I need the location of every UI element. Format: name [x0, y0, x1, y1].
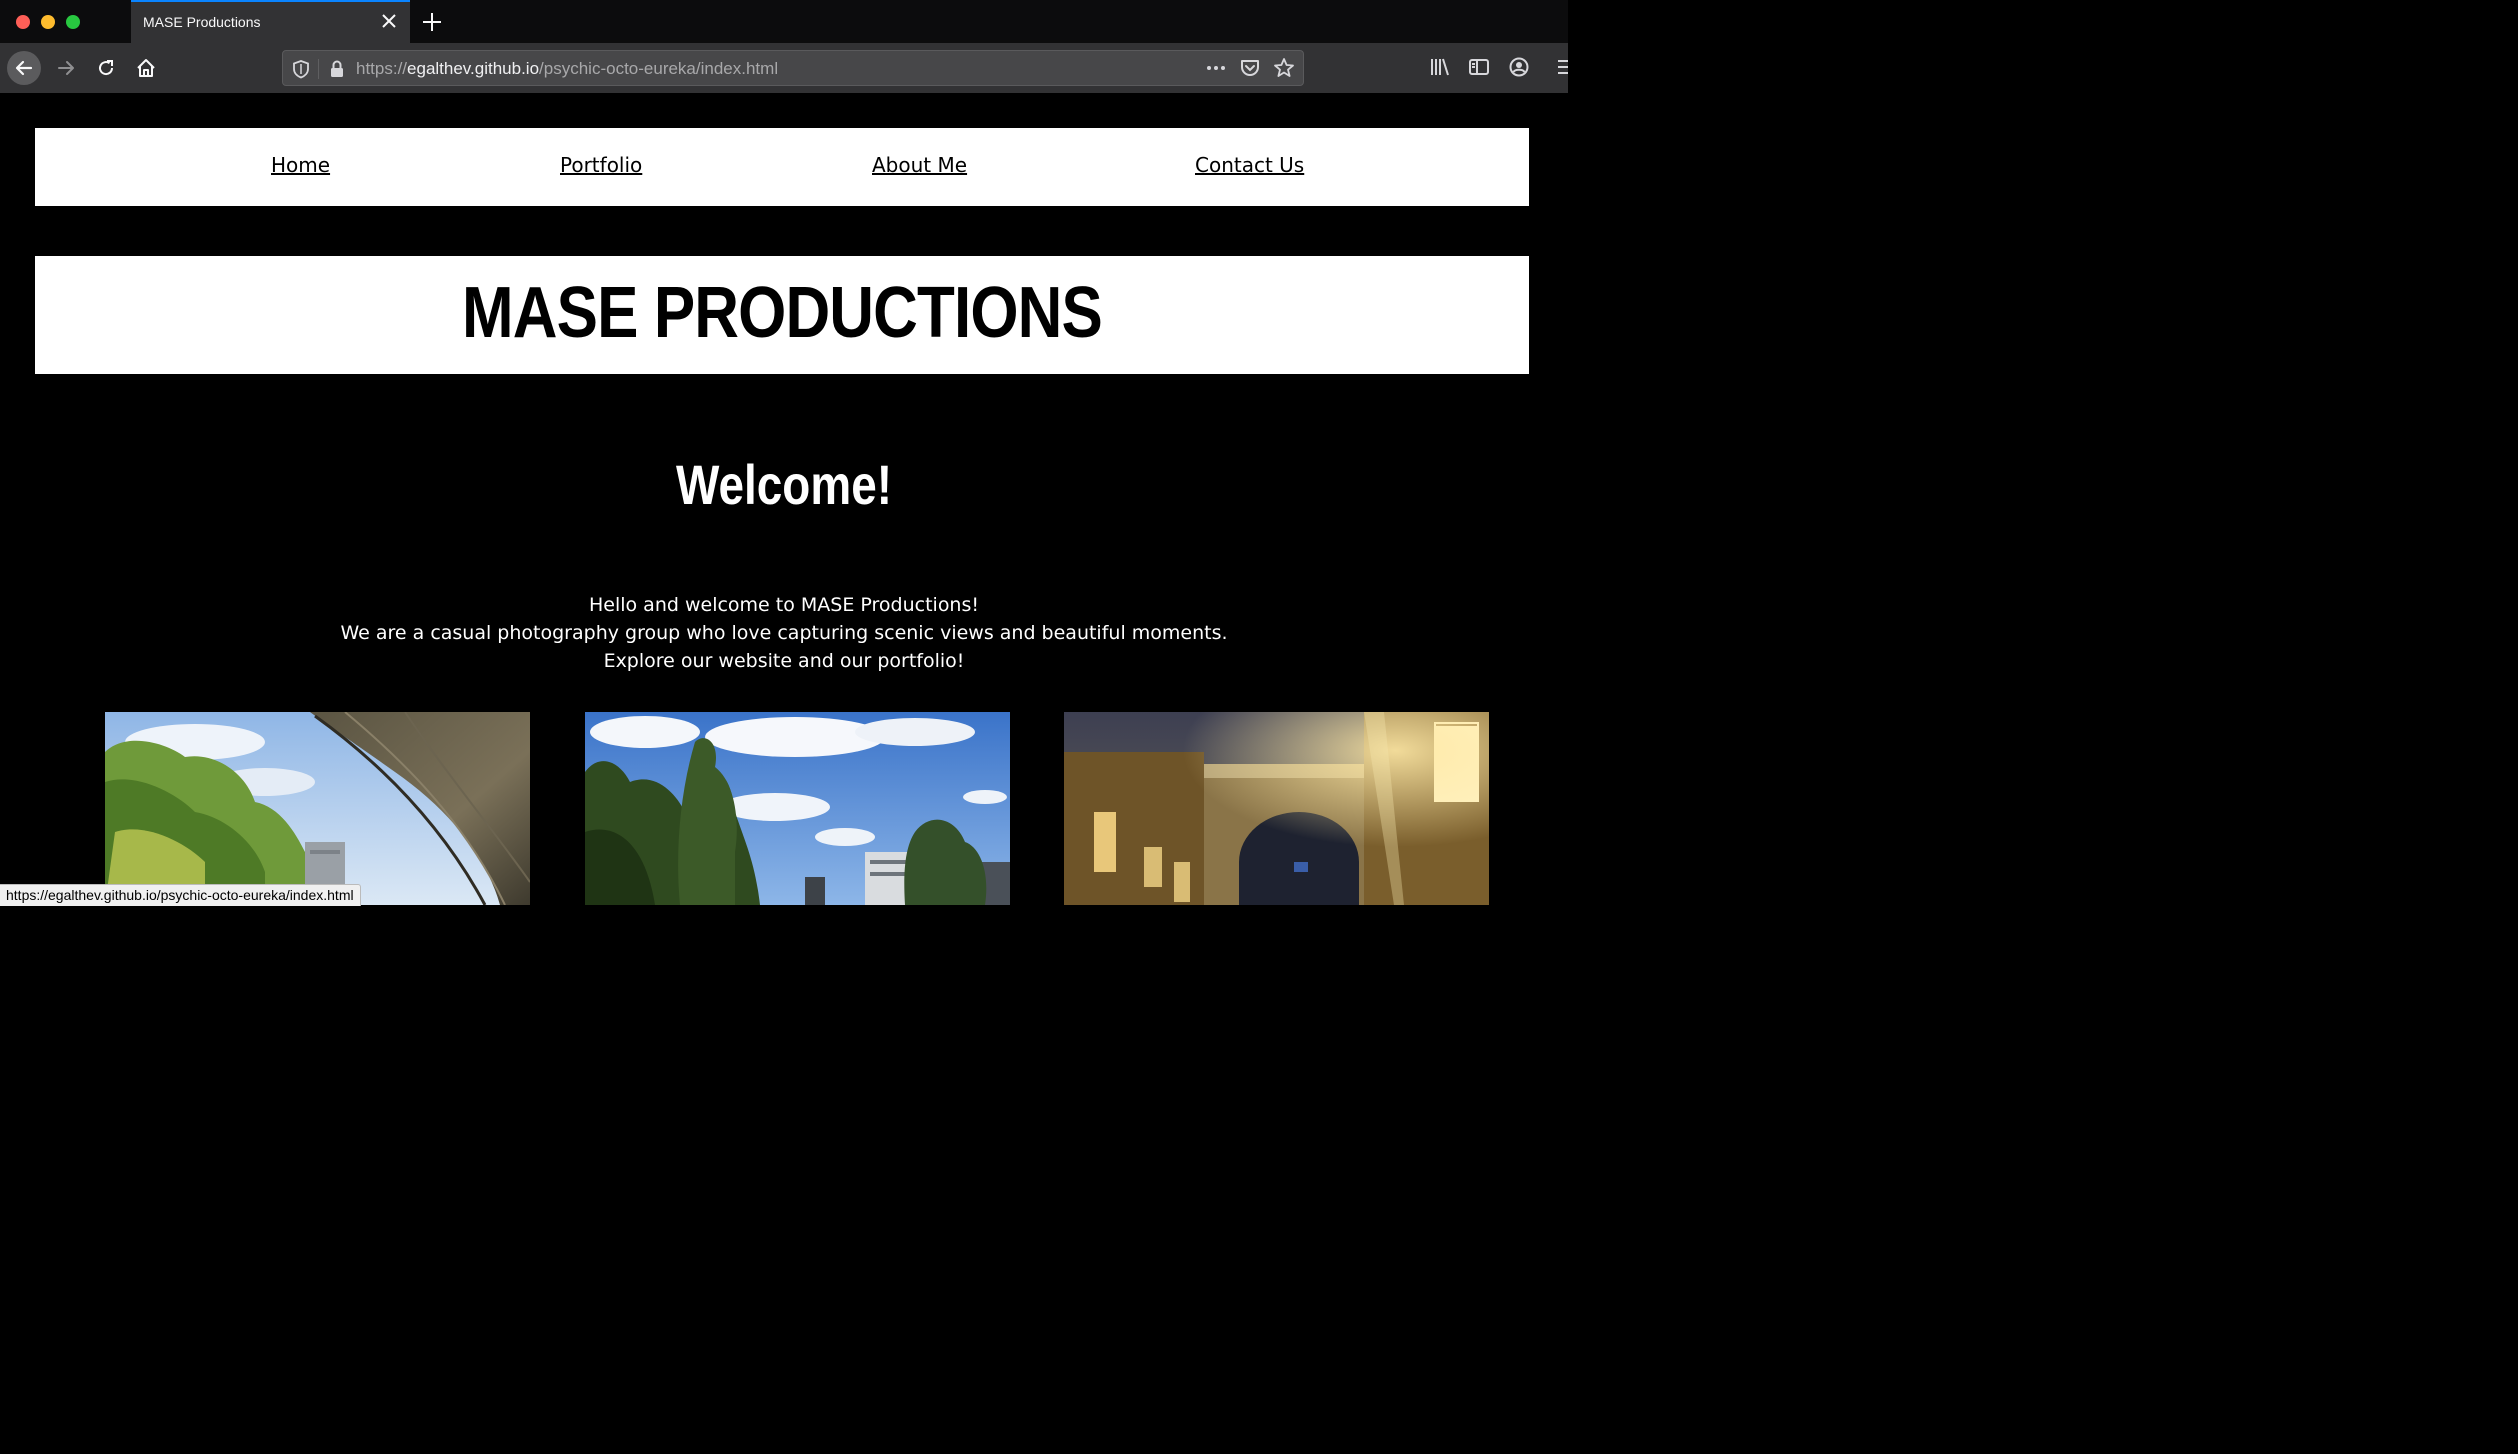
intro-line: Hello and welcome to MASE Productions! — [588, 594, 979, 616]
library-icon[interactable] — [1429, 56, 1451, 78]
browser-tab[interactable]: MASE Productions — [131, 0, 410, 43]
url-host: egalthev.github.io — [407, 59, 540, 78]
new-tab-icon[interactable] — [421, 11, 443, 33]
site-title: MASE PRODUCTIONS — [462, 273, 1103, 353]
nav-link-about-me[interactable]: About Me — [872, 153, 967, 177]
home-icon — [137, 59, 155, 77]
url-path: /psychic-octo-eureka/index.html — [539, 59, 779, 78]
reload-icon — [99, 60, 114, 76]
intro-text: Hello and welcome to MASE Productions! W… — [0, 591, 1568, 675]
url-separator — [318, 59, 319, 79]
portfolio-photo-courtyard[interactable] — [1064, 712, 1489, 905]
reload-button[interactable] — [89, 51, 123, 85]
sidebar-icon[interactable] — [1468, 56, 1490, 78]
window-close-button[interactable] — [16, 15, 30, 29]
intro-line: Explore our website and our portfolio! — [603, 650, 965, 672]
window-minimize-button[interactable] — [41, 15, 55, 29]
welcome-heading: Welcome! — [675, 453, 893, 516]
bookmark-star-icon[interactable] — [1273, 57, 1295, 79]
courtyard-photo-image — [1064, 712, 1489, 905]
forward-button[interactable] — [49, 51, 83, 85]
back-button[interactable] — [7, 51, 41, 85]
bridge-photo-image — [105, 712, 530, 905]
url-text[interactable]: https://egalthev.github.io/psychic-octo-… — [356, 59, 778, 79]
site-header: MASE PRODUCTIONS — [35, 256, 1529, 374]
tab-title: MASE Productions — [143, 14, 261, 30]
nav-link-home[interactable]: Home — [271, 153, 330, 177]
intro-line: We are a casual photography group who lo… — [340, 622, 1228, 644]
shield-icon[interactable] — [292, 59, 310, 79]
url-prefix: https:// — [356, 59, 408, 78]
arrow-right-icon — [58, 61, 74, 75]
arrow-left-icon — [15, 60, 33, 76]
lock-icon[interactable] — [328, 59, 346, 79]
home-button[interactable] — [129, 51, 163, 85]
pocket-icon[interactable] — [1239, 58, 1261, 78]
browser-titlebar: MASE Productions — [0, 0, 1568, 43]
site-navigation: Home Portfolio About Me Contact Us — [35, 128, 1529, 206]
nav-link-contact-us[interactable]: Contact Us — [1195, 153, 1304, 177]
status-url-tooltip: https://egalthev.github.io/psychic-octo-… — [0, 884, 361, 906]
account-icon[interactable] — [1508, 56, 1530, 78]
menu-icon[interactable] — [1556, 56, 1568, 78]
portfolio-photo-sky[interactable] — [585, 712, 1010, 905]
window-maximize-button[interactable] — [66, 15, 80, 29]
close-icon[interactable] — [380, 12, 398, 30]
portfolio-photo-bridge[interactable] — [105, 712, 530, 905]
sky-photo-image — [585, 712, 1010, 905]
more-actions-icon[interactable] — [1205, 58, 1227, 78]
nav-link-portfolio[interactable]: Portfolio — [560, 153, 642, 177]
address-bar[interactable]: https://egalthev.github.io/psychic-octo-… — [282, 50, 1304, 86]
